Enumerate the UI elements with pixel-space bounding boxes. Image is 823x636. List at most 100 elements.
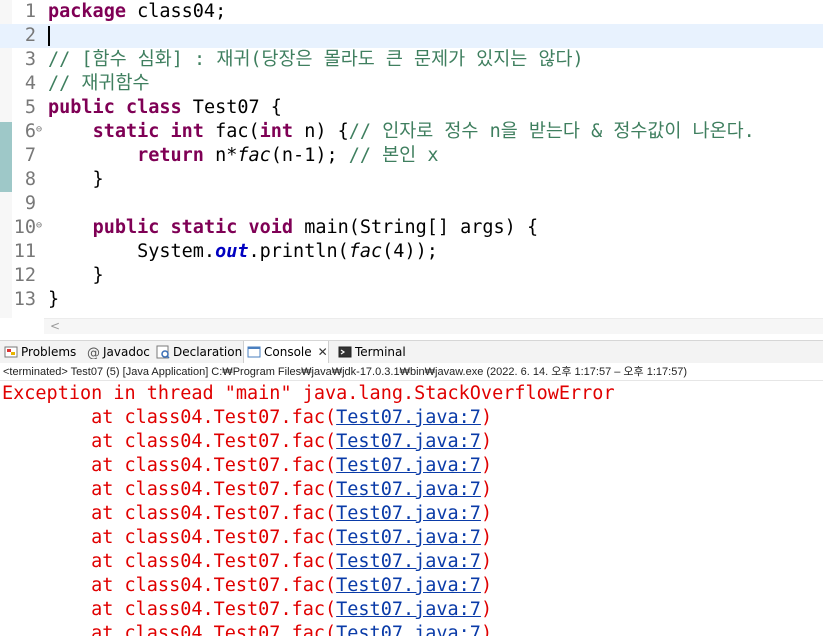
- source-link[interactable]: Test07.java:7: [336, 527, 481, 548]
- tab-javadoc[interactable]: @ Javadoc: [86, 341, 150, 363]
- code-line[interactable]: 8 }: [0, 168, 823, 192]
- source-link[interactable]: Test07.java:7: [336, 455, 481, 476]
- code-line[interactable]: 9: [0, 192, 823, 216]
- stack-frame-line: at class04.Test07.fac(Test07.java:7): [2, 406, 492, 430]
- stack-frame-text: ): [480, 455, 493, 476]
- stack-frame-line: at class04.Test07.fac(Test07.java:7): [2, 526, 492, 550]
- stack-frame-line: at class04.Test07.fac(Test07.java:7): [2, 550, 492, 574]
- code-line[interactable]: 7 return n*fac(n-1); // 본인 x: [0, 144, 823, 168]
- code-line[interactable]: 2: [0, 24, 823, 48]
- stack-frame-line: at class04.Test07.fac(Test07.java:7): [2, 574, 492, 598]
- keyword-token: public: [48, 97, 115, 118]
- problems-icon: [4, 344, 18, 358]
- code-line[interactable]: 11 System.out.println(fac(4));: [0, 240, 823, 264]
- code-line[interactable]: 3 // [함수 심화] : 재귀(당장은 몰라도 큰 문제가 있지는 않다): [0, 48, 823, 72]
- tab-problems[interactable]: Problems: [4, 341, 76, 363]
- source-link[interactable]: Test07.java:7: [336, 575, 481, 596]
- code-line[interactable]: 1 package class04;: [0, 0, 823, 24]
- line-number: 12: [13, 265, 36, 286]
- text-caret: [48, 26, 50, 46]
- tab-label: Console: [264, 345, 312, 359]
- stack-frame-text: ): [480, 503, 493, 524]
- stack-frame-text: at class04.Test07.fac(: [2, 599, 337, 620]
- stack-frame-text: ): [480, 431, 493, 452]
- code-line[interactable]: 13}: [0, 288, 823, 312]
- source-link[interactable]: Test07.java:7: [336, 503, 481, 524]
- fold-toggle-icon[interactable]: ⊖: [36, 118, 42, 142]
- line-number: 7: [24, 145, 36, 166]
- line-number: 1: [24, 1, 36, 22]
- code-text: public static void main(String[] args) {: [48, 216, 539, 240]
- editor-horizontal-scrollbar[interactable]: <: [44, 318, 823, 334]
- tab-declaration[interactable]: Declaration: [156, 341, 242, 363]
- keyword-token: void: [248, 217, 294, 238]
- line-number: 6: [24, 121, 36, 142]
- stack-frame-line: at class04.Test07.fac(Test07.java:7): [2, 502, 492, 526]
- code-token: (4));: [382, 241, 438, 262]
- line-number: 10: [13, 217, 36, 238]
- code-token: }: [48, 265, 104, 286]
- code-token: class04;: [125, 1, 227, 22]
- console-status-line: <terminated> Test07 (5) [Java Applicatio…: [0, 363, 823, 381]
- source-link[interactable]: Test07.java:7: [336, 431, 481, 452]
- stack-frame-text: ): [480, 623, 493, 636]
- source-link[interactable]: Test07.java:7: [336, 599, 481, 620]
- console-output[interactable]: Exception in thread "main" java.lang.Sta…: [0, 382, 823, 636]
- code-line[interactable]: 5 public class Test07 {: [0, 96, 823, 120]
- line-number: 8: [24, 169, 36, 190]
- stack-frame-text: at class04.Test07.fac(: [2, 479, 337, 500]
- code-line[interactable]: 4 // 재귀함수: [0, 72, 823, 96]
- source-link[interactable]: Test07.java:7: [336, 623, 481, 636]
- code-editor[interactable]: 1 package class04; 2 3 // [함수 심화] : 재귀(당장은 몰…: [0, 0, 823, 318]
- stack-frame-text: at class04.Test07.fac(: [2, 407, 337, 428]
- line-number: 5: [24, 97, 36, 118]
- keyword-token: package: [48, 1, 126, 22]
- tab-terminal[interactable]: Terminal: [338, 341, 406, 363]
- keyword-token: public: [92, 217, 160, 238]
- code-token: System.: [48, 241, 216, 262]
- line-number: 13: [13, 289, 36, 310]
- code-text: return n*fac(n-1); // 본인 x: [48, 144, 438, 168]
- source-link[interactable]: Test07.java:7: [336, 551, 481, 572]
- stack-frame-text: at class04.Test07.fac(: [2, 575, 337, 596]
- stack-frame-line: at class04.Test07.fac(Test07.java:7): [2, 622, 492, 636]
- stack-frame-text: at class04.Test07.fac(: [2, 455, 337, 476]
- line-number: 11: [13, 241, 36, 262]
- line-number: 4: [24, 73, 36, 94]
- code-line[interactable]: 10 ⊖ public static void main(String[] arg…: [0, 216, 823, 240]
- fold-toggle-icon[interactable]: ⊖: [36, 214, 42, 238]
- stack-frame-text: ): [480, 551, 493, 572]
- source-link[interactable]: Test07.java:7: [336, 407, 481, 428]
- keyword-token: int: [259, 121, 294, 142]
- code-line[interactable]: 6 ⊖ static int fac(int n) {// 인자로 정수 n을 받…: [0, 120, 823, 144]
- comment-token: // 인자로 정수 n을 받는다 & 정수값이 나온다.: [348, 121, 755, 142]
- code-token: out: [215, 241, 249, 262]
- stack-frame-text: at class04.Test07.fac(: [2, 503, 337, 524]
- code-token: fac: [237, 145, 271, 166]
- code-token: n) {: [293, 121, 349, 142]
- code-text: System.out.println(fac(4));: [48, 240, 438, 264]
- line-number: 2: [24, 25, 36, 46]
- code-line[interactable]: 12 }: [0, 264, 823, 288]
- stack-frame-text: ): [480, 575, 493, 596]
- keyword-token: static: [92, 121, 160, 142]
- close-icon[interactable]: ✕: [318, 345, 328, 359]
- scroll-left-icon[interactable]: <: [50, 319, 60, 333]
- code-token: }: [48, 169, 104, 190]
- source-link[interactable]: Test07.java:7: [336, 479, 481, 500]
- keyword-token: return: [137, 145, 204, 166]
- tab-label: Javadoc: [103, 345, 150, 359]
- code-text: // [함수 심화] : 재귀(당장은 몰라도 큰 문제가 있지는 않다): [48, 48, 584, 72]
- comment-token: // 본인 x: [348, 145, 439, 166]
- keyword-token: int: [170, 121, 204, 142]
- stack-frame-text: at class04.Test07.fac(: [2, 431, 337, 452]
- stack-frame-line: at class04.Test07.fac(Test07.java:7): [2, 430, 492, 454]
- tab-console[interactable]: Console ✕: [243, 341, 329, 363]
- code-token: (n-1);: [270, 145, 349, 166]
